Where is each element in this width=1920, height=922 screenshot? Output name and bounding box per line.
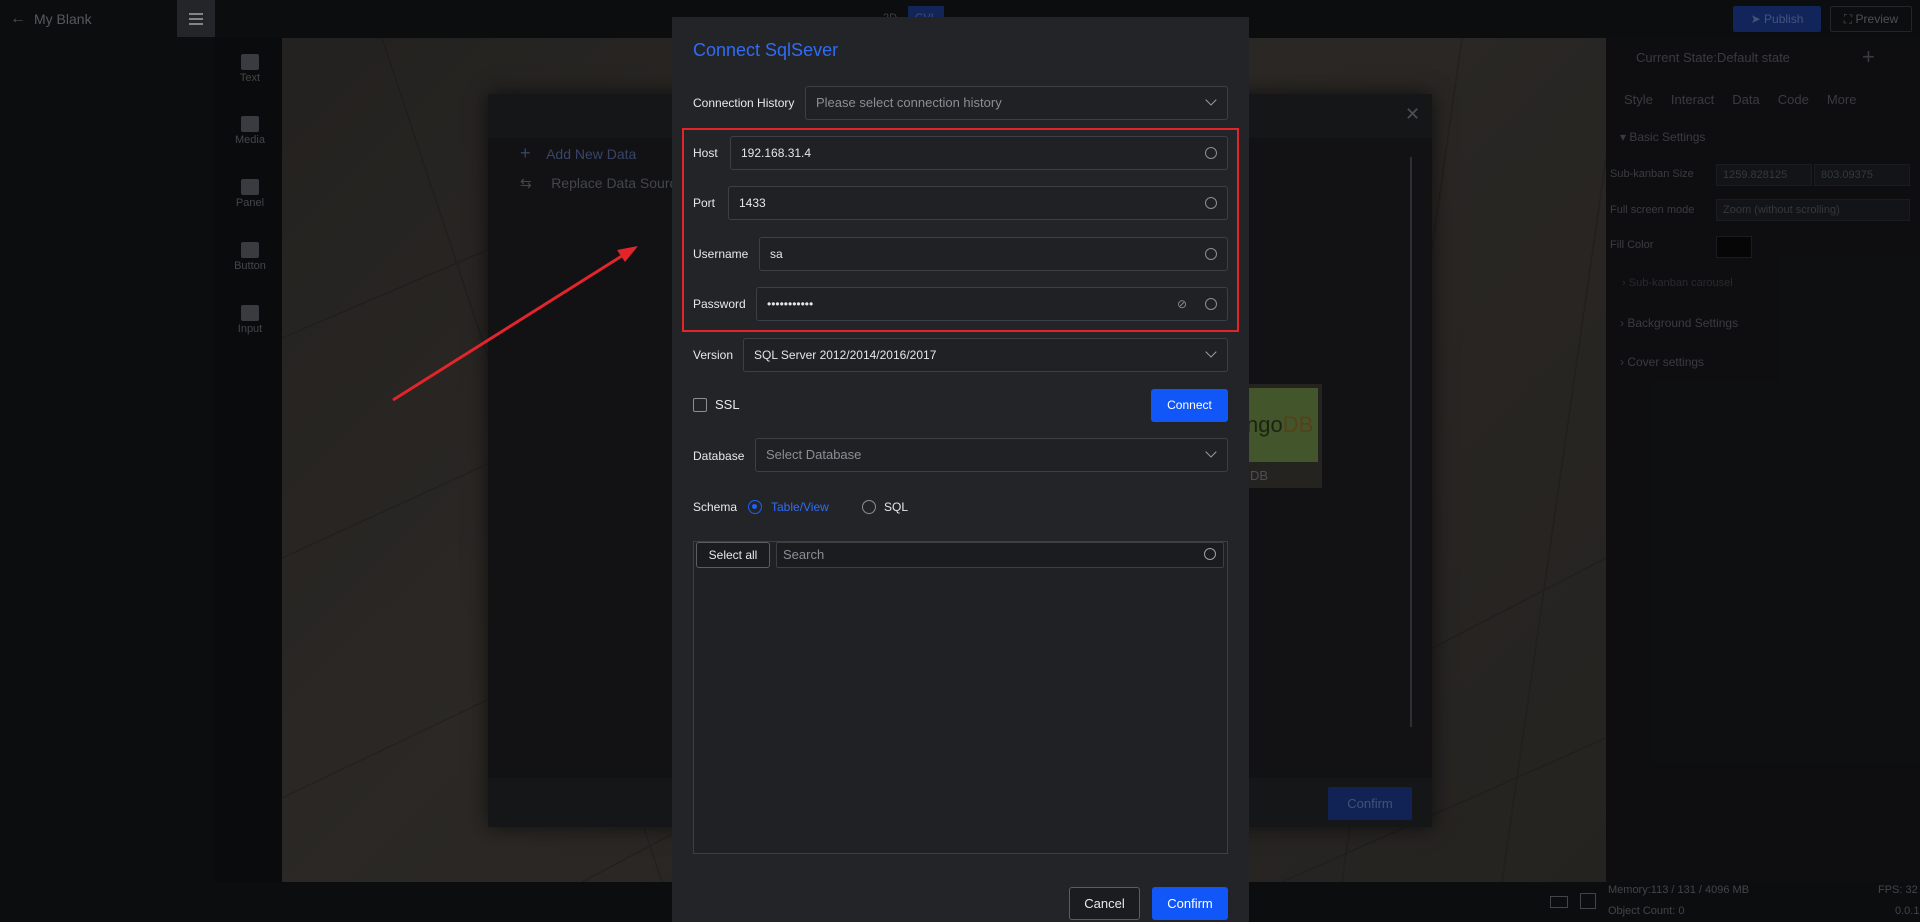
username-input[interactable]: sa: [759, 237, 1228, 271]
database-select[interactable]: Select Database: [755, 438, 1228, 472]
chevron-down-icon: [1205, 446, 1217, 458]
history-label: Connection History: [693, 96, 795, 110]
port-label: Port: [693, 196, 716, 210]
confirm-button[interactable]: Confirm: [1152, 887, 1228, 920]
search-input[interactable]: Search: [776, 542, 1224, 568]
radio-sql[interactable]: [862, 500, 876, 514]
chevron-down-icon: [1205, 94, 1217, 106]
username-label: Username: [693, 247, 749, 261]
ssl-checkbox[interactable]: [693, 398, 707, 412]
version-select[interactable]: SQL Server 2012/2014/2016/2017: [743, 338, 1228, 372]
select-all-button[interactable]: Select all: [696, 542, 770, 568]
check-circle-icon: [1205, 248, 1217, 260]
check-circle-icon: [1205, 197, 1217, 209]
schema-label: Schema: [693, 500, 738, 514]
ssl-label: SSL: [715, 397, 740, 412]
database-label: Database: [693, 449, 745, 463]
eye-off-icon[interactable]: ⊘: [1177, 296, 1193, 312]
check-circle-icon: [1205, 147, 1217, 159]
password-label: Password: [693, 297, 746, 311]
cancel-button[interactable]: Cancel: [1069, 887, 1140, 920]
version-label: Version: [693, 348, 734, 362]
sql-label[interactable]: SQL: [884, 500, 908, 514]
host-input[interactable]: 192.168.31.4: [730, 136, 1228, 170]
table-view-label[interactable]: Table/View: [771, 500, 829, 514]
check-circle-icon: [1205, 298, 1217, 310]
modal-title: Connect SqlSever: [693, 40, 839, 60]
connect-button[interactable]: Connect: [1151, 389, 1228, 422]
radio-table-view[interactable]: [748, 500, 762, 514]
port-input[interactable]: 1433: [728, 186, 1228, 220]
search-icon[interactable]: [1204, 548, 1216, 560]
chevron-down-icon: [1205, 346, 1217, 358]
host-label: Host: [693, 146, 718, 160]
table-list[interactable]: [693, 541, 1228, 854]
password-input[interactable]: ••••••••••• ⊘: [756, 287, 1228, 321]
connection-history-select[interactable]: Please select connection history: [805, 86, 1228, 120]
